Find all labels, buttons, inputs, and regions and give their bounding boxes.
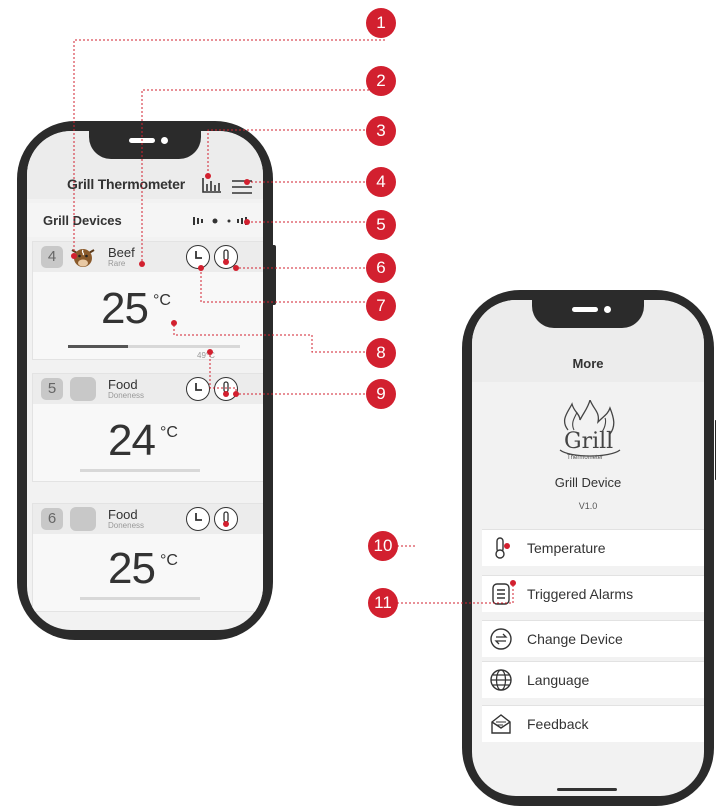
callout-badge-2: 2 xyxy=(366,66,396,96)
callout-badge-3: 3 xyxy=(366,116,396,146)
callout-dot xyxy=(207,349,213,355)
callout-dot xyxy=(139,261,145,267)
callout-badge-1: 1 xyxy=(366,8,396,38)
callout-dot xyxy=(171,320,177,326)
callout-dot xyxy=(510,580,516,586)
callout-badge-7: 7 xyxy=(366,291,396,321)
callout-lines xyxy=(73,39,514,604)
callout-dot xyxy=(71,253,77,259)
callout-dot xyxy=(205,173,211,179)
callout-badge-9: 9 xyxy=(366,379,396,409)
callout-dot xyxy=(198,265,204,271)
callout-dot xyxy=(244,179,250,185)
callout-badge-11: 11 xyxy=(368,588,398,618)
callout-badge-10: 10 xyxy=(368,531,398,561)
callout-dot xyxy=(233,265,239,271)
callout-badge-6: 6 xyxy=(366,253,396,283)
callout-badge-4: 4 xyxy=(366,167,396,197)
callout-badge-8: 8 xyxy=(366,338,396,368)
callout-dot xyxy=(504,543,510,549)
callout-dot xyxy=(233,391,239,397)
callout-badge-5: 5 xyxy=(366,210,396,240)
callout-dot xyxy=(244,219,250,225)
